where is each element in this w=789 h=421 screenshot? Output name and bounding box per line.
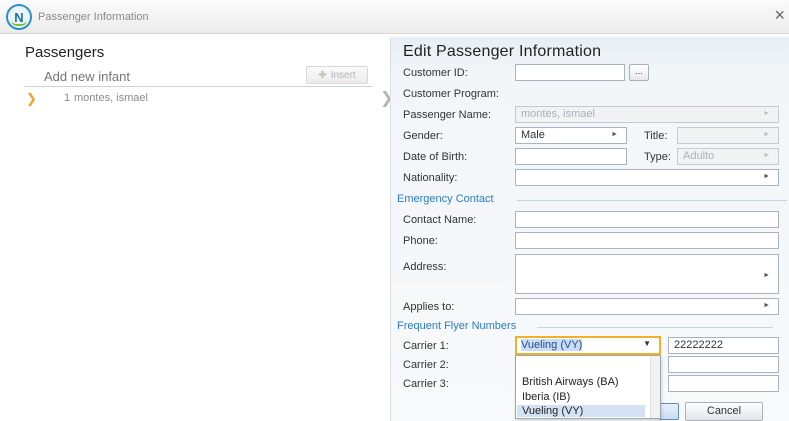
customer-lookup-button[interactable]: ...	[629, 64, 649, 81]
ok-button[interactable]	[659, 403, 679, 420]
carrier-3-number-field[interactable]	[668, 375, 779, 392]
type-value: Adulto	[683, 150, 715, 162]
emergency-contact-divider	[517, 200, 787, 201]
carrier-option[interactable]: Iberia (IB)	[522, 391, 570, 403]
applies-to-arrow-icon: ►	[763, 302, 770, 309]
carrier-1-number-field[interactable]: 22222222	[668, 337, 779, 354]
date-of-birth-label: Date of Birth:	[403, 151, 468, 163]
passengers-panel: Passengers ✚ Insert ❯ 1 montes, ismael	[10, 37, 386, 417]
title-bar: N Passenger Information ×	[0, 0, 789, 34]
applies-to-select[interactable]: ►	[515, 298, 779, 315]
title-select: ►	[677, 127, 779, 144]
nationality-label: Nationality:	[403, 172, 458, 184]
insert-icon: ✚	[318, 69, 327, 81]
customer-id-label: Customer ID:	[403, 67, 468, 79]
customer-program-label: Customer Program:	[403, 88, 499, 100]
edit-title: Edit Passenger Information	[403, 43, 602, 60]
frequent-flyer-heading: Frequent Flyer Numbers	[397, 320, 517, 332]
contact-name-label: Contact Name:	[403, 214, 477, 226]
insert-button[interactable]: ✚ Insert	[306, 66, 368, 84]
passenger-name-label: Passenger Name:	[403, 109, 492, 121]
applies-to-label: Applies to:	[403, 301, 455, 313]
phone-label: Phone:	[403, 235, 438, 247]
title-arrow-icon: ►	[763, 131, 770, 138]
phone-field[interactable]	[515, 232, 779, 249]
insert-label: Insert	[330, 69, 356, 81]
close-icon[interactable]: ×	[774, 6, 785, 24]
carrier-1-label: Carrier 1:	[403, 340, 449, 352]
selected-arrow-icon: ❯	[26, 91, 37, 106]
edit-passenger-panel: Edit Passenger Information Customer ID: …	[390, 37, 789, 421]
passenger-name-field: montes, ismael ►	[515, 106, 779, 123]
type-arrow-icon: ►	[763, 152, 770, 159]
passenger-list-item[interactable]: ❯ 1 montes, ismael	[26, 91, 366, 108]
add-passenger-row: ✚ Insert	[24, 65, 372, 87]
customer-id-field[interactable]	[515, 64, 625, 81]
type-label: Type:	[644, 151, 671, 163]
contact-name-field[interactable]	[515, 211, 779, 228]
window-title: Passenger Information	[38, 11, 149, 23]
gender-value: Male	[521, 129, 545, 141]
type-select: Adulto ►	[677, 148, 779, 165]
carrier-1-value: Vueling (VY)	[521, 339, 583, 351]
carrier-option-selected[interactable]: Vueling (VY)	[517, 405, 645, 417]
dropdown-scrollbar[interactable]	[650, 356, 660, 418]
cancel-button[interactable]: Cancel	[685, 402, 763, 421]
address-label: Address:	[403, 261, 447, 273]
passenger-number: 1	[64, 92, 71, 104]
gender-label: Gender:	[403, 130, 443, 142]
carrier-dropdown-list[interactable]: British Airways (BA) Iberia (IB) Vueling…	[515, 355, 661, 419]
passenger-name-arrow-icon: ►	[763, 110, 770, 117]
gender-select[interactable]: Male ►	[515, 127, 627, 144]
gender-arrow-icon: ►	[611, 131, 618, 138]
passenger-name: montes, ismael	[74, 92, 148, 104]
date-of-birth-field[interactable]	[515, 148, 627, 165]
address-arrow-icon: ►	[763, 272, 770, 279]
app-logo-icon: N	[6, 4, 32, 30]
carrier-1-select[interactable]: Vueling (VY) ▼	[515, 336, 661, 355]
address-field[interactable]: ►	[515, 254, 779, 294]
frequent-flyer-divider	[537, 327, 773, 328]
carrier-1-dropdown-arrow-icon[interactable]: ▼	[643, 339, 651, 348]
carrier-2-number-field[interactable]	[668, 356, 779, 373]
carrier-2-label: Carrier 2:	[403, 359, 449, 371]
nationality-arrow-icon: ►	[763, 173, 770, 180]
nationality-select[interactable]: ►	[515, 169, 779, 186]
passengers-title: Passengers	[25, 44, 105, 61]
carrier-3-label: Carrier 3:	[403, 378, 449, 390]
carrier-option[interactable]: British Airways (BA)	[522, 376, 619, 388]
title-label: Title:	[644, 130, 668, 142]
emergency-contact-heading: Emergency Contact	[397, 193, 494, 205]
add-infant-input[interactable]	[44, 67, 284, 85]
passenger-name-value: montes, ismael	[521, 108, 595, 120]
